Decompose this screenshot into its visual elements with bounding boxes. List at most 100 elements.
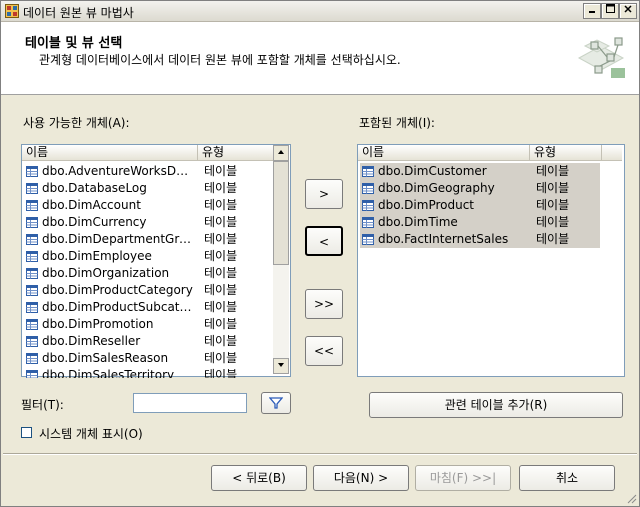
row-type: 테이블 xyxy=(536,198,570,212)
show-system-objects-checkbox[interactable] xyxy=(21,427,32,438)
table-icon xyxy=(26,370,38,378)
table-row[interactable]: dbo.DimEmployee 테이블 xyxy=(24,248,272,265)
available-objects-list[interactable]: 이름 유형 dbo.AdventureWorksDWB... 테이블 dbo.Dat… xyxy=(21,144,291,378)
back-button[interactable]: < 뒤로(B) xyxy=(211,465,307,491)
row-name: dbo.DimOrganization xyxy=(42,266,170,280)
table-row[interactable]: dbo.DimCustomer 테이블 xyxy=(360,163,600,180)
title-bar[interactable]: 데이터 원본 뷰 마법사 xyxy=(1,1,639,22)
row-name: dbo.DimReseller xyxy=(42,334,141,348)
row-name: dbo.DimTime xyxy=(378,215,458,229)
row-name: dbo.DimEmployee xyxy=(42,249,152,263)
row-type: 테이블 xyxy=(204,368,238,378)
table-icon xyxy=(362,166,374,177)
row-type: 테이블 xyxy=(204,334,238,348)
remove-all-button[interactable]: << xyxy=(305,336,343,366)
table-row[interactable]: dbo.DimProductCategory 테이블 xyxy=(24,282,272,299)
row-type: 테이블 xyxy=(204,232,238,246)
table-icon xyxy=(362,217,374,228)
scroll-up-button[interactable] xyxy=(273,145,289,161)
filter-button[interactable] xyxy=(261,392,291,414)
scroll-thumb[interactable] xyxy=(273,161,289,265)
available-list-header: 이름 유형 xyxy=(22,145,274,161)
available-objects-label: 사용 가능한 개체(A): xyxy=(23,116,130,130)
row-name: dbo.DatabaseLog xyxy=(42,181,147,195)
available-list-scrollbar[interactable] xyxy=(273,145,289,374)
add-selected-button[interactable]: > xyxy=(305,179,343,209)
included-list-header: 이름 유형 xyxy=(358,145,622,161)
column-header-type[interactable]: 유형 xyxy=(198,145,274,160)
row-type: 테이블 xyxy=(204,351,238,365)
page-subtitle: 관계형 데이터베이스에서 데이터 원본 뷰에 포함할 개체를 선택하십시오. xyxy=(39,53,401,67)
table-icon xyxy=(362,234,374,245)
finish-button[interactable]: 마침(F) >>| xyxy=(415,465,511,491)
row-type: 테이블 xyxy=(204,266,238,280)
table-icon xyxy=(26,183,38,194)
add-related-tables-button[interactable]: 관련 테이블 추가(R) xyxy=(369,392,623,418)
column-header-name[interactable]: 이름 xyxy=(358,145,530,160)
next-button[interactable]: 다음(N) > xyxy=(313,465,409,491)
wizard-window: 데이터 원본 뷰 마법사 테이블 및 뷰 선택 관계형 데이터베이스에서 데이터… xyxy=(0,0,640,507)
row-name: dbo.DimGeography xyxy=(378,181,495,195)
column-header-type[interactable]: 유형 xyxy=(530,145,602,160)
add-all-button[interactable]: >> xyxy=(305,289,343,319)
funnel-icon xyxy=(268,397,284,409)
table-row[interactable]: dbo.DimProductSubcate... 테이블 xyxy=(24,299,272,316)
maximize-button[interactable] xyxy=(601,3,619,19)
close-button[interactable] xyxy=(619,3,637,19)
filter-input[interactable] xyxy=(133,393,247,413)
row-name: dbo.FactInternetSales xyxy=(378,232,509,246)
table-row[interactable]: dbo.DimSalesTerritory 테이블 xyxy=(24,367,272,378)
row-name: dbo.AdventureWorksDWB... xyxy=(42,164,196,178)
row-name: dbo.DimProduct xyxy=(378,198,475,212)
row-type: 테이블 xyxy=(204,164,238,178)
filter-label: 필터(T): xyxy=(21,398,64,412)
table-row[interactable]: dbo.DimGeography 테이블 xyxy=(360,180,600,197)
table-icon xyxy=(26,319,38,330)
table-row[interactable]: dbo.DimTime 테이블 xyxy=(360,214,600,231)
table-row[interactable]: dbo.DatabaseLog 테이블 xyxy=(24,180,272,197)
table-icon xyxy=(26,217,38,228)
table-row[interactable]: dbo.DimProduct 테이블 xyxy=(360,197,600,214)
close-icon xyxy=(624,5,632,13)
page-title: 테이블 및 뷰 선택 xyxy=(25,36,123,51)
maximize-icon xyxy=(605,4,615,13)
wizard-header: 테이블 및 뷰 선택 관계형 데이터베이스에서 데이터 원본 뷰에 포함할 개체… xyxy=(1,22,639,95)
resize-grip-icon[interactable] xyxy=(625,492,637,504)
column-header-name[interactable]: 이름 xyxy=(22,145,198,160)
table-icon xyxy=(26,353,38,364)
table-icon xyxy=(26,268,38,279)
minimize-button[interactable] xyxy=(583,3,601,19)
table-row[interactable]: dbo.AdventureWorksDWB... 테이블 xyxy=(24,163,272,180)
minimize-icon xyxy=(589,11,595,13)
table-row[interactable]: dbo.DimAccount 테이블 xyxy=(24,197,272,214)
scroll-down-button[interactable] xyxy=(273,358,289,374)
table-row[interactable]: dbo.FactInternetSales 테이블 xyxy=(360,231,600,248)
row-name: dbo.DimSalesReason xyxy=(42,351,169,365)
app-icon xyxy=(5,4,19,18)
table-row[interactable]: dbo.DimCurrency 테이블 xyxy=(24,214,272,231)
table-row[interactable]: dbo.DimSalesReason 테이블 xyxy=(24,350,272,367)
row-type: 테이블 xyxy=(536,232,570,246)
row-name: dbo.DimDepartmentGroup xyxy=(42,232,196,246)
table-icon xyxy=(26,336,38,347)
cancel-button[interactable]: 취소 xyxy=(519,465,615,491)
row-name: dbo.DimSalesTerritory xyxy=(42,368,175,378)
included-objects-label: 포함된 개체(I): xyxy=(359,116,435,130)
window-title: 데이터 원본 뷰 마법사 xyxy=(23,6,134,20)
row-type: 테이블 xyxy=(536,181,570,195)
row-name: dbo.DimAccount xyxy=(42,198,141,212)
row-type: 테이블 xyxy=(204,198,238,212)
arrow-down-icon xyxy=(278,363,284,367)
row-type: 테이블 xyxy=(536,215,570,229)
included-objects-list[interactable]: 이름 유형 dbo.DimCustomer 테이블 dbo.DimGeography… xyxy=(357,144,625,377)
table-icon xyxy=(26,285,38,296)
table-row[interactable]: dbo.DimPromotion 테이블 xyxy=(24,316,272,333)
table-row[interactable]: dbo.DimDepartmentGroup 테이블 xyxy=(24,231,272,248)
row-type: 테이블 xyxy=(204,283,238,297)
table-row[interactable]: dbo.DimReseller 테이블 xyxy=(24,333,272,350)
table-row[interactable]: dbo.DimOrganization 테이블 xyxy=(24,265,272,282)
row-type: 테이블 xyxy=(204,300,238,314)
row-type: 테이블 xyxy=(204,317,238,331)
remove-selected-button[interactable]: < xyxy=(305,226,343,256)
wizard-graphic-icon xyxy=(577,37,625,78)
